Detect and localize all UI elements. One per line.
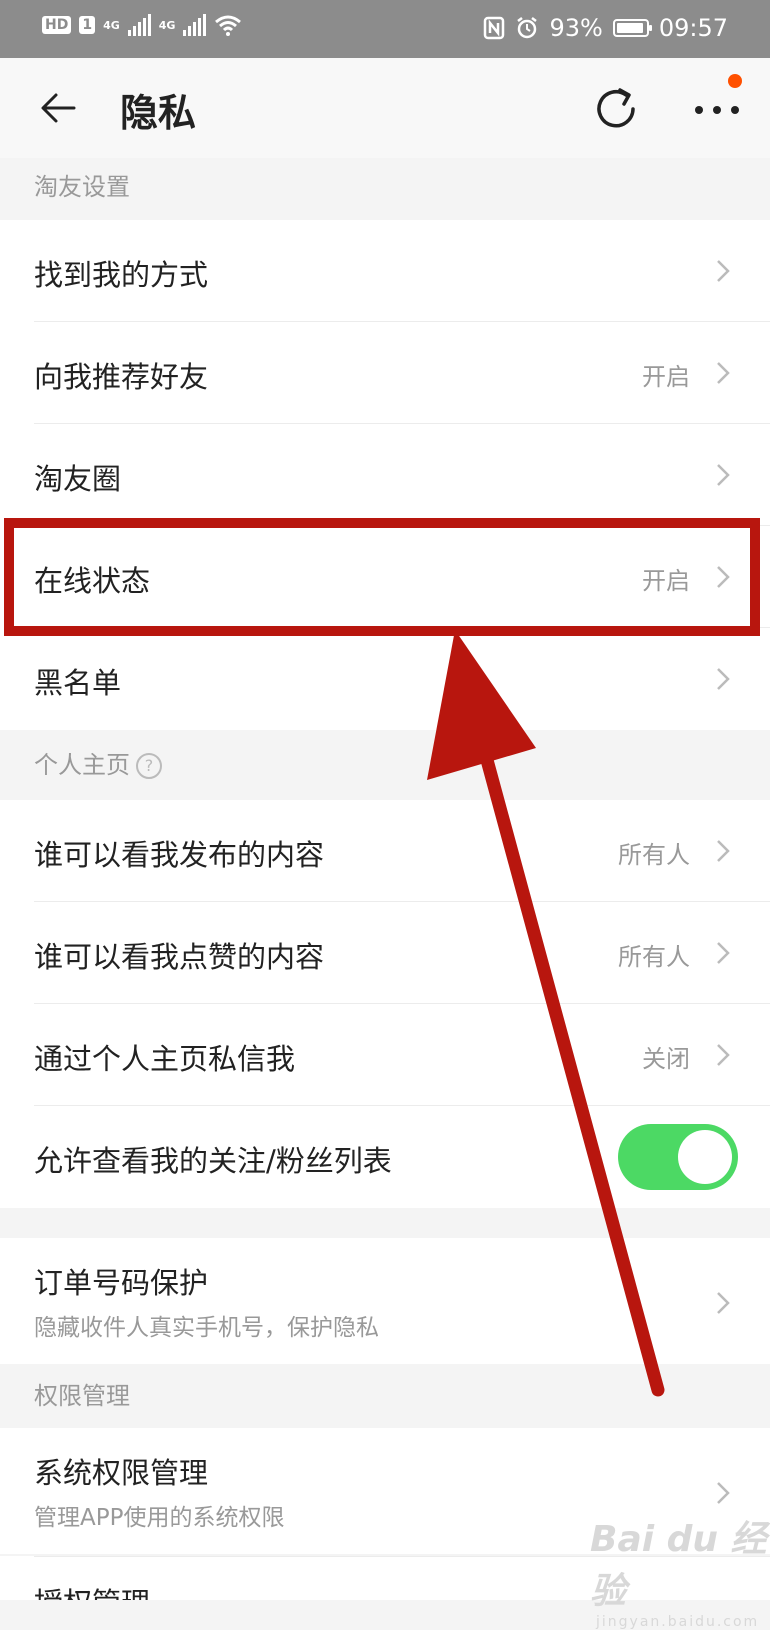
chevron-right-icon	[717, 668, 730, 690]
setting-label: 淘友圈	[34, 462, 122, 496]
network-type-1: 4G	[103, 18, 120, 32]
setting-row-who-see-likes[interactable]: 谁可以看我点赞的内容 所有人	[0, 902, 770, 1004]
chevron-right-icon	[717, 840, 730, 862]
nfc-icon	[484, 16, 505, 40]
follow-list-toggle[interactable]	[618, 1124, 738, 1190]
network-type-2: 4G	[158, 18, 176, 32]
battery-percent: 93%	[549, 14, 603, 42]
setting-label: 系统权限管理	[34, 1456, 209, 1490]
alarm-icon	[517, 17, 538, 39]
setting-label: 通过个人主页私信我	[34, 1042, 296, 1076]
refresh-icon[interactable]	[593, 86, 639, 132]
watermark: Bai du 经验 jingyan.baidu.com	[590, 1510, 770, 1630]
section-header-friends: 淘友设置	[0, 158, 770, 220]
setting-label: 订单号码保护	[34, 1266, 209, 1300]
chevron-right-icon	[717, 362, 730, 384]
setting-subtitle: 管理APP使用的系统权限	[34, 1505, 285, 1531]
setting-label: 谁可以看我点赞的内容	[34, 940, 325, 974]
annotation-highlight-box	[4, 518, 760, 636]
help-icon[interactable]: ?	[136, 753, 162, 779]
notification-dot	[728, 74, 742, 88]
chevron-right-icon	[717, 464, 730, 486]
setting-row-order-protection[interactable]: 订单号码保护 隐藏收件人真实手机号，保护隐私	[0, 1238, 770, 1364]
setting-subtitle: 隐藏收件人真实手机号，保护隐私	[34, 1315, 379, 1341]
chevron-right-icon	[717, 260, 730, 282]
setting-label: 允许查看我的关注/粉丝列表	[34, 1144, 392, 1178]
setting-value: 所有人	[618, 943, 690, 971]
status-bar: HD 1 4G 4G 93% 09:57	[0, 0, 770, 58]
signal-icon-2	[183, 14, 207, 36]
page-title: 隐私	[120, 91, 197, 135]
setting-value: 所有人	[618, 841, 690, 869]
chevron-right-icon	[717, 942, 730, 964]
setting-row-friend-circle[interactable]: 淘友圈	[0, 424, 770, 526]
setting-label: 找到我的方式	[34, 258, 209, 292]
setting-row-message-me[interactable]: 通过个人主页私信我 关闭	[0, 1004, 770, 1106]
setting-label: 授权管理	[34, 1580, 150, 1600]
setting-value: 开启	[642, 363, 690, 391]
setting-row-blacklist[interactable]: 黑名单	[0, 628, 770, 730]
chevron-right-icon	[717, 1044, 730, 1066]
section-header-permissions: 权限管理	[0, 1364, 770, 1428]
hd-badge: HD	[42, 16, 72, 34]
clock: 09:57	[658, 14, 728, 42]
setting-label: 谁可以看我发布的内容	[34, 838, 325, 872]
setting-value: 关闭	[642, 1045, 690, 1073]
watermark-logo: Bai du 经验	[590, 1519, 767, 1612]
chevron-right-icon	[717, 1482, 730, 1504]
chevron-right-icon	[717, 1292, 730, 1314]
setting-row-who-see-posts[interactable]: 谁可以看我发布的内容 所有人	[0, 800, 770, 902]
setting-row-find-me[interactable]: 找到我的方式	[0, 220, 770, 322]
watermark-url: jingyan.baidu.com	[596, 1614, 760, 1630]
nav-bar: 隐私	[0, 58, 770, 158]
setting-row-follow-list: 允许查看我的关注/粉丝列表	[0, 1106, 770, 1208]
setting-row-recommend-friends[interactable]: 向我推荐好友 开启	[0, 322, 770, 424]
wifi-icon	[215, 15, 242, 36]
section-header-homepage: 个人主页?	[0, 730, 770, 800]
battery-icon	[612, 19, 652, 37]
more-icon[interactable]	[695, 98, 739, 120]
signal-icon	[127, 14, 151, 36]
sim-badge: 1	[79, 16, 96, 34]
section-title: 个人主页	[34, 751, 130, 779]
back-arrow-icon[interactable]	[38, 88, 78, 128]
setting-label: 黑名单	[34, 666, 122, 700]
toggle-knob	[678, 1130, 732, 1184]
setting-label: 向我推荐好友	[34, 360, 209, 394]
